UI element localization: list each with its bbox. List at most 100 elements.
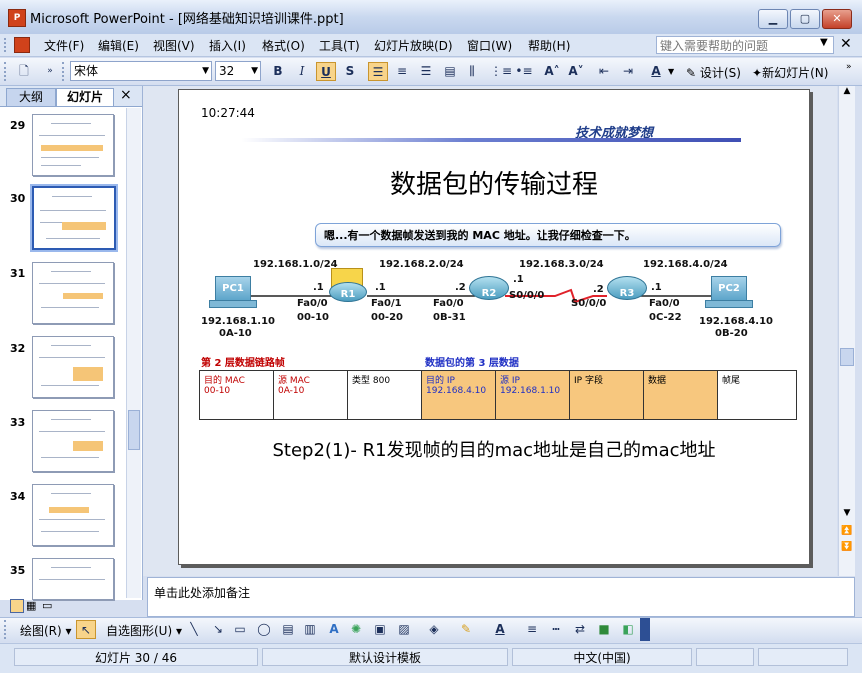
cell-value: 192.168.1.10 bbox=[500, 386, 561, 396]
slideshow-view-icon[interactable]: ▭ bbox=[42, 599, 52, 612]
design-button[interactable]: ✎ 设计(S) bbox=[686, 64, 741, 81]
align-left-icon[interactable]: ☰ bbox=[368, 62, 388, 81]
line-style-icon[interactable]: ≡ bbox=[522, 620, 542, 639]
slide-thumbnail-32[interactable] bbox=[32, 336, 114, 398]
menu-view[interactable]: 视图(V) bbox=[153, 37, 195, 54]
line-color-icon[interactable]: ✎ bbox=[456, 620, 476, 639]
menu-file[interactable]: 文件(F) bbox=[44, 37, 84, 54]
vertical-distribute-icon[interactable]: ⫼ bbox=[462, 62, 482, 81]
arrow-style-icon[interactable]: ⇄ bbox=[570, 620, 590, 639]
previous-slide-icon[interactable]: ⏫ bbox=[839, 526, 855, 540]
cell-label: IP 字段 bbox=[574, 376, 603, 386]
slide-thumbnail-29[interactable] bbox=[32, 114, 114, 176]
help-dropdown-icon[interactable]: ▼ bbox=[820, 37, 828, 48]
decrease-font-icon[interactable]: A˅ bbox=[566, 62, 586, 81]
3d-style-icon[interactable]: ◧ bbox=[618, 620, 638, 639]
draw-menu-button[interactable]: 绘图(R) ▾ bbox=[20, 622, 72, 639]
normal-view-icon[interactable] bbox=[10, 599, 24, 613]
slide-thumbnail-33[interactable] bbox=[32, 410, 114, 472]
italic-button[interactable]: I bbox=[292, 62, 312, 81]
bold-button[interactable]: B bbox=[268, 62, 288, 81]
toolbar-grip[interactable] bbox=[4, 62, 9, 81]
bullets-icon[interactable]: •≡ bbox=[514, 62, 534, 81]
menu-insert[interactable]: 插入(I) bbox=[209, 37, 246, 54]
frame-cell: 目的 IP 192.168.4.10 bbox=[422, 371, 496, 419]
doc-close-icon[interactable]: ✕ bbox=[840, 36, 852, 52]
sorter-view-icon[interactable]: ▦ bbox=[26, 599, 36, 612]
legend-layer3: 数据包的第 3 层数据 bbox=[425, 358, 519, 369]
wordart-icon[interactable]: A bbox=[324, 620, 344, 639]
thumb-number: 34 bbox=[10, 490, 26, 503]
title-bar: P Microsoft PowerPoint - [网络基础知识培训课件.ppt… bbox=[0, 0, 862, 35]
current-slide[interactable]: 10:27:44 技术成就梦想 数据包的传输过程 嗯...有一个数据帧发送到我的… bbox=[178, 89, 810, 565]
underline-button[interactable]: U bbox=[316, 62, 336, 81]
toolbar-options-icon[interactable]: » bbox=[40, 62, 60, 81]
new-document-icon[interactable]: 🗋 bbox=[14, 62, 34, 81]
font-color-dropdown-icon[interactable]: ▼ bbox=[668, 67, 674, 76]
increase-indent-icon[interactable]: ⇥ bbox=[618, 62, 638, 81]
rectangle-icon[interactable]: ▭ bbox=[230, 620, 250, 639]
diagram-icon[interactable]: ✺ bbox=[346, 620, 366, 639]
maximize-button[interactable]: ▢ bbox=[790, 9, 820, 29]
slide-thumbnail-35[interactable] bbox=[32, 558, 114, 600]
menu-window[interactable]: 窗口(W) bbox=[467, 37, 512, 54]
help-search-input[interactable]: 键入需要帮助的问题 bbox=[656, 36, 834, 54]
menu-slideshow[interactable]: 幻灯片放映(D) bbox=[374, 37, 453, 54]
menu-grip[interactable] bbox=[4, 38, 9, 52]
slide-thumbnail-30[interactable] bbox=[32, 186, 116, 250]
tab-outline[interactable]: 大纲 bbox=[6, 88, 56, 106]
scroll-down-icon[interactable]: ▼ bbox=[839, 508, 855, 522]
numbering-icon[interactable]: ⋮≡ bbox=[490, 62, 512, 81]
picture-icon[interactable]: ▨ bbox=[394, 620, 414, 639]
slide-time: 10:27:44 bbox=[201, 106, 255, 120]
pane-close-icon[interactable]: × bbox=[120, 87, 132, 103]
slides-pane-scrollbar[interactable] bbox=[126, 108, 141, 598]
distribute-icon[interactable]: ▤ bbox=[440, 62, 460, 81]
font-color-icon[interactable]: A bbox=[646, 62, 666, 81]
textbox-icon[interactable]: ▤ bbox=[278, 620, 298, 639]
increase-font-icon[interactable]: A˄ bbox=[542, 62, 562, 81]
dash-style-icon[interactable]: ┅ bbox=[546, 620, 566, 639]
line-icon[interactable]: ╲ bbox=[184, 620, 204, 639]
tab-slides[interactable]: 幻灯片 bbox=[56, 88, 114, 106]
slide-thumbnail-34[interactable] bbox=[32, 484, 114, 546]
slide-thumbnail-31[interactable] bbox=[32, 262, 114, 324]
scroll-thumb[interactable] bbox=[128, 410, 140, 450]
cell-label: 目的 MAC bbox=[204, 376, 245, 386]
frame-cell: 帧尾 bbox=[718, 371, 796, 419]
select-pointer-icon[interactable]: ↖ bbox=[76, 620, 96, 639]
toolbar-options-icon[interactable] bbox=[640, 618, 650, 641]
fill-color-icon[interactable]: ◈ bbox=[424, 620, 444, 639]
close-button[interactable]: ✕ bbox=[822, 9, 852, 29]
shadow-button[interactable]: S bbox=[340, 62, 360, 81]
toolbar-overflow-icon[interactable]: » bbox=[846, 62, 852, 72]
oval-icon[interactable]: ◯ bbox=[254, 620, 274, 639]
next-slide-icon[interactable]: ⏬ bbox=[839, 542, 855, 556]
cell-value: 0A-10 bbox=[278, 386, 305, 396]
arrow-icon[interactable]: ↘ bbox=[208, 620, 228, 639]
notes-pane[interactable]: 单击此处添加备注 bbox=[147, 577, 855, 617]
minimize-button[interactable]: ▁ bbox=[758, 9, 788, 29]
clipart-icon[interactable]: ▣ bbox=[370, 620, 390, 639]
autoshapes-button[interactable]: 自选图形(U) ▾ bbox=[106, 622, 182, 639]
menu-format[interactable]: 格式(O) bbox=[262, 37, 305, 54]
new-slide-button[interactable]: ✦新幻灯片(N) bbox=[752, 64, 828, 81]
align-center-icon[interactable]: ≡ bbox=[392, 62, 412, 81]
font-name-select[interactable]: 宋体 ▼ bbox=[70, 61, 212, 81]
menu-tools[interactable]: 工具(T) bbox=[319, 37, 360, 54]
font-size-select[interactable]: 32 ▼ bbox=[215, 61, 261, 81]
shadow-style-icon[interactable]: ■ bbox=[594, 620, 614, 639]
toolbar-grip-2[interactable] bbox=[62, 62, 67, 81]
menu-edit[interactable]: 编辑(E) bbox=[98, 37, 139, 54]
align-right-icon[interactable]: ☰ bbox=[416, 62, 436, 81]
menu-help[interactable]: 帮助(H) bbox=[528, 37, 570, 54]
document-icon[interactable] bbox=[14, 37, 30, 53]
powerpoint-app-icon[interactable]: P bbox=[8, 9, 26, 27]
toolbar-grip[interactable] bbox=[4, 620, 9, 639]
font-color-icon[interactable]: A bbox=[490, 620, 510, 639]
vertical-textbox-icon[interactable]: ▥ bbox=[300, 620, 320, 639]
scroll-thumb[interactable] bbox=[840, 348, 854, 366]
scroll-up-icon[interactable]: ▲ bbox=[839, 86, 855, 100]
slide-scrollbar[interactable]: ▲ ▼ ⏫ ⏬ bbox=[838, 86, 855, 576]
decrease-indent-icon[interactable]: ⇤ bbox=[594, 62, 614, 81]
